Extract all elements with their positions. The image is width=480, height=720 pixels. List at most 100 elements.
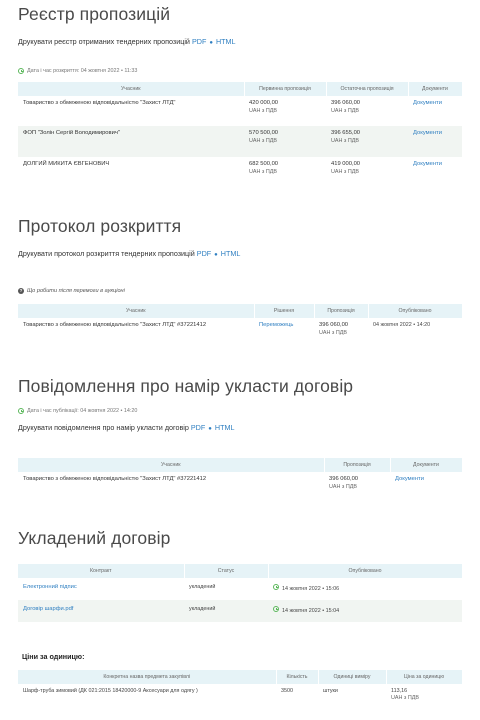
notice-pdf-link[interactable]: PDF [191,423,205,432]
participant-name: Товариство з обмеженою відповідальністю … [23,322,207,328]
table-row: Товариство з обмеженою відповідальністю … [18,472,462,506]
price-header-price: Ціна за одиницю [386,670,463,684]
notice-published-meta: Дата і час публікації: 04 жовтня 2022 • … [18,408,137,414]
initial-offer: 420 000,00 [249,100,279,106]
final-offer: 419 000,00 [331,161,361,167]
initial-offer: 570 500,00 [249,130,279,136]
final-offer: 396 060,00 [331,100,361,106]
registry-header-docs: Документи [408,82,463,96]
notice-header-offer: Пропозиція [324,458,391,472]
contract-header-status: Статус [184,564,269,578]
participant-name: Товариство з обмеженою відповідальністю … [23,476,207,482]
question-icon: ? [18,288,24,294]
unit-prices-label: Ціни за одиницю: [22,652,85,661]
offer-amount: 396 060,00 [319,322,349,328]
price-header-item: Конкретна назва предмета закупівлі [18,670,277,684]
vat-label: UAH з ПДВ [319,329,347,336]
vat-label: UAH з ПДВ [391,695,419,702]
final-offer: 396 655,00 [331,130,361,136]
table-row: Договір шарфи.pdf укладений 14 жовтня 20… [18,600,462,622]
dot-separator: ● [209,40,213,46]
protocol-print-line: Друкувати протокол розкриття тендерних п… [18,249,240,258]
notice-title: Повідомлення про намір укласти договір [18,376,354,396]
notice-table: Учасник Пропозиція Документи Товариство … [18,458,463,506]
notice-html-link[interactable]: HTML [215,423,235,432]
clock-icon [18,68,24,74]
contract-table: Контракт Статус Опубліковано Електронний… [18,564,463,622]
contract-file-link[interactable]: Електронний підпис [23,584,77,590]
vat-label: UAH з ПДВ [331,107,359,114]
dot-separator: ● [214,252,218,258]
registry-header-initial: Первинна пропозиція [244,82,327,96]
protocol-header-participant: Учасник [18,304,255,318]
documents-link[interactable]: Документи [413,100,442,106]
contract-header-published: Опубліковано [268,564,463,578]
protocol-print-text: Друкувати протокол розкриття тендерних п… [18,249,195,258]
protocol-pdf-link[interactable]: PDF [197,249,211,258]
registry-table: Учасник Первинна пропозиція Остаточна пр… [18,82,463,188]
protocol-note-line[interactable]: ? Що робити після перемоги в аукціоні [18,288,125,294]
participant-name: Товариство з обмеженою відповідальністю … [23,100,176,106]
vat-label: UAH з ПДВ [331,137,359,144]
unit-price: 113,16 [391,688,408,694]
published-date: 14 жовтня 2022 • 15:06 [282,586,340,592]
registry-header-final: Остаточна пропозиція [326,82,409,96]
protocol-html-link[interactable]: HTML [221,249,241,258]
registry-print-line: Друкувати реєстр отриманих тендерних про… [18,37,236,46]
registry-print-text: Друкувати реєстр отриманих тендерних про… [18,37,190,46]
contract-header-contract: Контракт [18,564,185,578]
registry-header-participant: Учасник [18,82,245,96]
participant-name: ФОП "Золін Сергій Володимирович" [18,126,244,157]
vat-label: UAH з ПДВ [329,483,357,490]
registry-opened-meta: Дата і час розкриття: 04 жовтня 2022 • 1… [18,68,137,74]
participant-name: ДОЛГИЙ МИКИТА ЄВГЕНОВИЧ [23,161,110,167]
protocol-table: Учасник Рішення Пропозиція Опубліковано … [18,304,463,352]
price-header-qty: Кількість [276,670,319,684]
contract-file-link[interactable]: Договір шарфи.pdf [23,606,73,612]
item-name: Шарф-труба зимовий (ДК 021:2015 18420000… [23,688,198,694]
documents-link[interactable]: Документи [395,476,424,482]
decision-link[interactable]: Переможець [259,322,293,328]
vat-label: UAH з ПДВ [249,107,277,114]
table-row: Шарф-труба зимовий (ДК 021:2015 18420000… [18,684,462,714]
unit-prices-table: Конкретна назва предмета закупівлі Кільк… [18,670,463,714]
protocol-note[interactable]: Що робити після перемоги в аукціоні [27,288,125,294]
contract-status: укладений [184,600,268,622]
item-unit: штуки [323,688,338,694]
clock-icon [273,606,279,612]
notice-print-line: Друкувати повідомлення про намір укласти… [18,423,234,432]
initial-offer: 682 500,00 [249,161,279,167]
notice-print-text: Друкувати повідомлення про намір укласти… [18,423,189,432]
protocol-header-decision: Рішення [254,304,315,318]
table-row: ФОП "Золін Сергій Володимирович" 570 500… [18,126,462,157]
tender-page: Реєстр пропозицій Друкувати реєстр отрим… [0,0,480,720]
dot-separator: ● [208,426,212,432]
vat-label: UAH з ПДВ [331,168,359,175]
price-header-unit: Одиниці виміру [318,670,387,684]
protocol-header-published: Опубліковано [368,304,463,318]
notice-header-participant: Учасник [18,458,325,472]
registry-title: Реєстр пропозицій [18,4,171,24]
table-row: Електронний підпис укладений 14 жовтня 2… [18,578,462,600]
table-row: ДОЛГИЙ МИКИТА ЄВГЕНОВИЧ 682 500,00 UAH з … [18,157,462,188]
contract-status: укладений [189,584,216,590]
table-row: Товариство з обмеженою відповідальністю … [18,96,462,126]
published-date: 14 жовтня 2022 • 15:04 [282,608,340,614]
protocol-title: Протокол розкриття [18,216,182,236]
notice-header-docs: Документи [390,458,463,472]
contract-title: Укладений договір [18,528,171,548]
clock-icon [18,408,24,414]
registry-html-link[interactable]: HTML [216,37,236,46]
notice-published-text: Дата і час публікації: 04 жовтня 2022 • … [27,408,138,414]
item-quantity: 3500 [281,688,293,694]
table-row: Товариство з обмеженою відповідальністю … [18,318,462,352]
clock-icon [273,584,279,590]
vat-label: UAH з ПДВ [249,137,277,144]
protocol-header-offer: Пропозиція [314,304,369,318]
registry-pdf-link[interactable]: PDF [192,37,206,46]
vat-label: UAH з ПДВ [249,168,277,175]
offer-amount: 396 060,00 [329,476,359,482]
registry-opened-text: Дата і час розкриття: 04 жовтня 2022 • 1… [27,68,138,74]
documents-link[interactable]: Документи [413,130,442,136]
documents-link[interactable]: Документи [413,161,442,167]
